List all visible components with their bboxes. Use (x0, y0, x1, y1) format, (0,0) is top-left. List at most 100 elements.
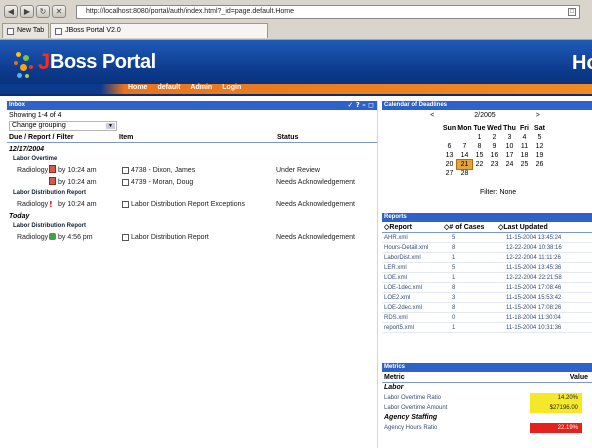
calendar-day[interactable]: 7 (457, 142, 472, 151)
col-cases[interactable]: ◇# of Cases (444, 222, 498, 232)
menu-default[interactable]: default (157, 82, 180, 94)
table-row[interactable]: report5.xml 1 11-15-2004 10:31:36 (382, 323, 592, 333)
table-row[interactable]: Radiology by 4:56 pm Labor Distribution … (7, 231, 377, 243)
calendar-day[interactable]: 1 (472, 133, 487, 142)
calendar-day[interactable]: 12 (532, 142, 547, 151)
col-status[interactable]: Status (277, 134, 367, 141)
row-checkbox[interactable] (122, 166, 129, 174)
col-due[interactable]: Due / Report / Filter (9, 134, 119, 141)
report-name[interactable]: LER.xml (382, 263, 444, 272)
calendar-day[interactable]: 27 (442, 169, 457, 178)
calendar-day[interactable]: 23 (487, 160, 502, 169)
calendar-day[interactable]: 25 (517, 160, 532, 169)
grouping-select[interactable]: Change grouping ▼ (9, 121, 117, 131)
metric-label[interactable]: Labor Overtime Amount (382, 403, 530, 413)
stop-icon[interactable]: ✕ (52, 5, 66, 18)
report-name[interactable]: RDS.xml (382, 313, 444, 322)
calendar-day[interactable]: 14 (457, 151, 472, 160)
row-status: Needs Acknowledgement (276, 178, 355, 186)
table-row[interactable]: by 10:24 am 4739 - Moran, Doug Needs Ack… (7, 176, 377, 188)
table-row[interactable]: LOE-1dec.xml 8 11-15-2004 17:08:46 (382, 283, 592, 293)
report-updated: 11-18-2004 11:30:04 (506, 315, 561, 321)
row-item[interactable]: Labor Distribution Report (131, 234, 209, 241)
col-item[interactable]: Item (119, 134, 277, 141)
table-row[interactable]: AHR.xml 5 11-15-2004 13:45:24 (382, 233, 592, 243)
report-name[interactable]: LOE-1dec.xml (382, 283, 444, 292)
table-row[interactable]: LOE-2dec.xml 8 11-15-2004 17:08:26 (382, 303, 592, 313)
calendar-day[interactable]: 9 (487, 142, 502, 151)
table-row[interactable]: RDS.xml 0 11-18-2004 11:30:04 (382, 313, 592, 323)
calendar-day[interactable]: 26 (532, 160, 547, 169)
row-checkbox[interactable] (122, 233, 129, 241)
calendar-day[interactable]: 3 (502, 133, 517, 142)
report-cases: 8 (452, 285, 456, 291)
tab-jboss-portal[interactable]: JBoss Portal V2.0 (50, 23, 269, 38)
calendar-day[interactable]: 11 (517, 142, 532, 151)
calendar-day[interactable]: 5 (532, 133, 547, 142)
calendar-day[interactable]: 21 (456, 159, 473, 170)
document-icon (49, 177, 56, 185)
calendar-day[interactable]: 2 (487, 133, 502, 142)
main-menu: Home default Admin Login (128, 82, 241, 94)
metric-row: Labor Overtime Ratio 14.20% (382, 393, 592, 403)
forward-icon[interactable]: ▶ (20, 5, 34, 18)
table-row[interactable]: LOE.xml 1 12-22-2004 22:21:58 (382, 273, 592, 283)
calendar-day[interactable]: 15 (472, 151, 487, 160)
calendar-next[interactable]: > (536, 112, 540, 119)
url-bar[interactable]: http://localhost:8080/portal/auth/index.… (76, 5, 580, 19)
row-item[interactable]: 4739 - Moran, Doug (131, 179, 193, 186)
report-name[interactable]: Hours-Detail.xml (382, 243, 444, 252)
row-due: by 10:24 am (58, 200, 97, 208)
chevron-down-icon[interactable]: ▼ (106, 123, 115, 129)
inbox-window-controls[interactable]: ✓ ? – ◻ (347, 101, 374, 110)
calendar-title-bar: Calendar of Deadlines (382, 101, 592, 110)
report-name[interactable]: LOE-2dec.xml (382, 303, 444, 312)
calendar-day[interactable]: 4 (517, 133, 532, 142)
calendar-day[interactable]: 20 (442, 160, 457, 169)
reload-icon[interactable]: ↻ (36, 5, 50, 18)
calendar-day[interactable]: 16 (487, 151, 502, 160)
calendar-prev[interactable]: < (430, 112, 434, 119)
metrics-title-bar: Metrics (382, 363, 592, 372)
calendar-day[interactable]: 19 (532, 151, 547, 160)
calendar-day[interactable]: 10 (502, 142, 517, 151)
table-row[interactable]: LER.xml 5 11-15-2004 13:45:36 (382, 263, 592, 273)
menu-home[interactable]: Home (128, 82, 147, 94)
calendar-day[interactable]: 17 (502, 151, 517, 160)
calendar-day[interactable]: 18 (517, 151, 532, 160)
metric-label[interactable]: Labor Overtime Ratio (382, 393, 530, 403)
calendar-day[interactable]: 22 (472, 160, 487, 169)
calendar-day[interactable]: 8 (472, 142, 487, 151)
tab-label: JBoss Portal V2.0 (65, 27, 121, 34)
menu-login[interactable]: Login (222, 82, 241, 94)
back-icon[interactable]: ◀ (4, 5, 18, 18)
table-row[interactable]: Hours-Detail.xml 8 12-22-2004 10:38:16 (382, 243, 592, 253)
inbox-header-row: Due / Report / Filter Item Status (7, 131, 377, 143)
report-cases: 1 (452, 255, 456, 261)
table-row[interactable]: LaborDist.xml 1 12-22-2004 11:11:26 (382, 253, 592, 263)
report-name[interactable]: LOE2.xml (382, 293, 444, 302)
report-updated: 11-15-2004 17:08:46 (506, 285, 562, 291)
row-checkbox[interactable] (122, 200, 129, 208)
calendar-day[interactable]: 13 (442, 151, 457, 160)
report-name[interactable]: report5.xml (382, 323, 444, 332)
table-row[interactable]: Radiology by 10:24 am 4738 - Dixon, Jame… (7, 164, 377, 176)
row-checkbox[interactable] (122, 178, 129, 186)
report-name[interactable]: AHR.xml (382, 233, 444, 242)
menu-admin[interactable]: Admin (190, 82, 212, 94)
row-item[interactable]: Labor Distribution Report Exceptions (131, 201, 245, 208)
calendar-day[interactable]: 24 (502, 160, 517, 169)
calendar-day[interactable]: 6 (442, 142, 457, 151)
tab-new[interactable]: New Tab (2, 23, 50, 38)
grouping-label: Change grouping (12, 122, 66, 129)
url-go-icon[interactable]: □ (568, 8, 576, 16)
metric-label[interactable]: Agency Hours Ratio (382, 423, 530, 433)
col-report[interactable]: ◇Report (382, 222, 444, 232)
report-name[interactable]: LOE.xml (382, 273, 444, 282)
calendar-day[interactable]: 28 (457, 169, 472, 178)
col-updated[interactable]: ◇Last Updated (498, 222, 588, 232)
table-row[interactable]: LOE2.xml 3 11-15-2004 15:53:42 (382, 293, 592, 303)
report-name[interactable]: LaborDist.xml (382, 253, 444, 262)
row-item[interactable]: 4738 - Dixon, James (131, 167, 195, 174)
table-row[interactable]: Radiology ! by 10:24 am Labor Distributi… (7, 198, 377, 210)
